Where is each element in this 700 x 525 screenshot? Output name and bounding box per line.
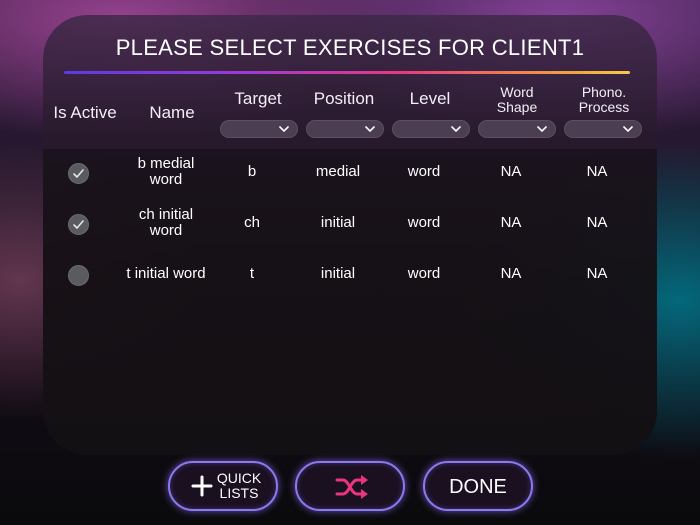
check-icon [73, 169, 84, 178]
title-divider [64, 71, 630, 74]
active-checkbox[interactable] [68, 265, 89, 286]
shuffle-button[interactable] [295, 461, 405, 511]
chevron-down-icon [279, 126, 289, 132]
quick-lists-label: QUICK LISTS [216, 470, 262, 501]
word-shape-cell: NA [500, 163, 522, 180]
chevron-down-icon [451, 126, 461, 132]
column-header-position: Position [313, 89, 375, 108]
active-checkbox[interactable] [68, 214, 89, 235]
exercise-table: b medial word b medial word NA NA ch init… [43, 149, 657, 455]
position-cell: medial [315, 163, 361, 180]
check-icon [73, 220, 84, 229]
phono-process-cell: NA [586, 214, 608, 231]
phono-process-cell: NA [586, 163, 608, 180]
level-filter-dropdown[interactable] [392, 120, 470, 138]
done-label: DONE [449, 476, 507, 498]
word-shape-filter-dropdown[interactable] [478, 120, 556, 138]
quick-lists-button[interactable]: QUICK LISTS [168, 461, 278, 511]
position-cell: initial [320, 214, 356, 231]
chevron-down-icon [623, 126, 633, 132]
level-cell: word [407, 265, 441, 282]
target-cell: t [249, 265, 255, 282]
word-shape-cell: NA [500, 265, 522, 282]
chevron-down-icon [537, 126, 547, 132]
page-title: PLEASE SELECT EXERCISES FOR CLIENT1 [115, 35, 585, 60]
column-header-name: Name [149, 103, 195, 122]
level-cell: word [407, 214, 441, 231]
target-filter-dropdown[interactable] [220, 120, 298, 138]
plus-icon [191, 475, 213, 497]
exercise-name: b medial word [137, 155, 195, 188]
chevron-down-icon [365, 126, 375, 132]
column-header-word-shape: Word Shape [496, 84, 538, 115]
table-row[interactable]: b medial word b medial word NA NA [43, 149, 657, 197]
column-header-phono-process: Phono. Process [578, 84, 630, 115]
position-cell: initial [320, 265, 356, 282]
exercise-name: ch initial word [138, 206, 194, 239]
active-checkbox[interactable] [68, 163, 89, 184]
target-cell: b [247, 163, 257, 180]
column-header-level: Level [409, 89, 451, 108]
shuffle-icon [335, 475, 368, 499]
phono-process-filter-dropdown[interactable] [564, 120, 642, 138]
level-cell: word [407, 163, 441, 180]
table-row[interactable]: ch initial word ch initial word NA NA [43, 200, 657, 248]
position-filter-dropdown[interactable] [306, 120, 384, 138]
done-button[interactable]: DONE [423, 461, 533, 511]
exercise-selection-panel: PLEASE SELECT EXERCISES FOR CLIENT1 Is A… [43, 15, 657, 455]
phono-process-cell: NA [586, 265, 608, 282]
word-shape-cell: NA [500, 214, 522, 231]
exercise-name: t initial word [126, 265, 206, 282]
column-header-target: Target [234, 89, 282, 108]
column-header-is-active: Is Active [53, 103, 117, 122]
table-row[interactable]: t initial word t initial word NA NA [43, 251, 657, 299]
target-cell: ch [244, 214, 260, 231]
